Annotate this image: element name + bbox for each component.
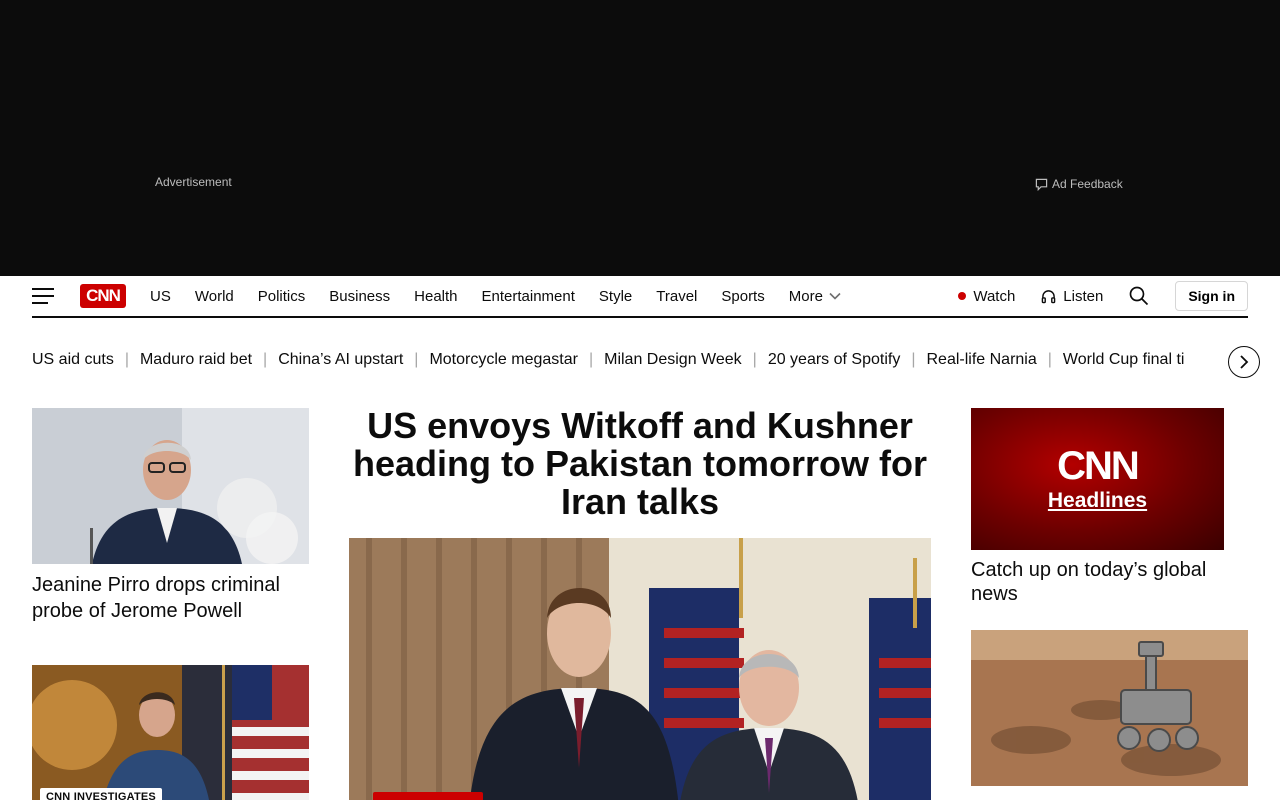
nav-link-us[interactable]: US	[150, 288, 171, 305]
trending-item[interactable]: China’s AI upstart	[278, 351, 403, 369]
nav-link-style[interactable]: Style	[599, 288, 632, 305]
listen-label: Listen	[1063, 287, 1104, 305]
trending-divider: |	[414, 351, 419, 368]
ad-feedback-link[interactable]: Ad Feedback	[1035, 177, 1123, 191]
headphones-icon	[1042, 289, 1056, 303]
trending-strip: US aid cuts | Maduro raid bet | China’s …	[32, 343, 1228, 377]
trending-divider: |	[124, 351, 129, 368]
powell-photo-illustration	[32, 408, 309, 564]
trending-divider: |	[752, 351, 757, 368]
ad-banner: Advertisement Ad Feedback	[0, 0, 1280, 276]
headlines-subtitle: Headlines	[1047, 489, 1148, 512]
nav-right: Watch Listen Sign in	[958, 276, 1248, 316]
investigates-photo-illustration	[32, 665, 309, 800]
investigates-photo[interactable]	[32, 665, 309, 800]
trending-divider: |	[263, 351, 268, 368]
trending-item[interactable]: 20 years of Spotify	[768, 351, 901, 369]
nav-link-business[interactable]: Business	[329, 288, 390, 305]
trending-next-button[interactable]	[1228, 346, 1260, 378]
chevron-down-icon	[829, 292, 841, 300]
main-headline[interactable]: US envoys Witkoff and Kushner heading to…	[349, 407, 931, 521]
cnn-logo[interactable]: CNN	[80, 284, 126, 308]
main-story-photo[interactable]	[349, 538, 931, 800]
listen-button[interactable]: Listen	[1041, 288, 1103, 305]
search-icon[interactable]	[1129, 286, 1149, 306]
trending-item[interactable]: Motorcycle megastar	[429, 351, 578, 369]
nav-link-health[interactable]: Health	[414, 288, 457, 305]
live-badge	[373, 792, 483, 800]
cnn-investigates-tag: CNN INVESTIGATES	[40, 788, 162, 800]
chevron-right-icon	[1240, 355, 1249, 369]
trending-item[interactable]: Maduro raid bet	[140, 351, 252, 369]
nav-more-label: More	[788, 287, 823, 305]
trending-divider: |	[911, 351, 916, 368]
trending-item[interactable]: Real-life Narnia	[926, 351, 1036, 369]
nav-links: US World Politics Business Health Entert…	[150, 276, 841, 316]
main-story-illustration	[349, 538, 931, 800]
nav-link-politics[interactable]: Politics	[258, 288, 306, 305]
ad-label: Advertisement	[155, 175, 232, 189]
trending-divider: |	[1047, 351, 1052, 368]
ad-feedback-label: Ad Feedback	[1052, 177, 1123, 191]
watch-button[interactable]: Watch	[958, 288, 1015, 305]
sign-in-button[interactable]: Sign in	[1175, 281, 1248, 311]
main-nav: CNN US World Politics Business Health En…	[32, 276, 1248, 318]
nav-link-travel[interactable]: Travel	[656, 288, 697, 305]
nav-link-entertainment[interactable]: Entertainment	[482, 288, 575, 305]
trending-item[interactable]: Milan Design Week	[604, 351, 742, 369]
mars-rover-photo[interactable]	[971, 630, 1248, 786]
live-dot-icon	[958, 292, 967, 300]
trending-divider: |	[588, 351, 594, 368]
hamburger-icon[interactable]	[32, 288, 54, 304]
trending-fade	[1188, 343, 1228, 377]
nav-more-button[interactable]: More	[789, 288, 841, 305]
headlines-logo: CNN	[1057, 444, 1140, 488]
watch-label: Watch	[973, 287, 1016, 305]
trending-item[interactable]: US aid cuts	[32, 351, 114, 369]
powell-photo[interactable]	[32, 408, 309, 564]
nav-link-world[interactable]: World	[195, 288, 234, 305]
mars-rover-illustration	[971, 630, 1248, 786]
trending-item[interactable]: World Cup final ti	[1063, 351, 1185, 369]
promo-headline[interactable]: Catch up on today’s global news	[971, 558, 1248, 606]
comment-icon	[1035, 178, 1048, 191]
cnn-headlines-promo[interactable]: CNN Headlines	[971, 408, 1224, 550]
story-headline[interactable]: Jeanine Pirro drops criminal probe of Je…	[32, 572, 312, 624]
nav-link-sports[interactable]: Sports	[721, 288, 764, 305]
